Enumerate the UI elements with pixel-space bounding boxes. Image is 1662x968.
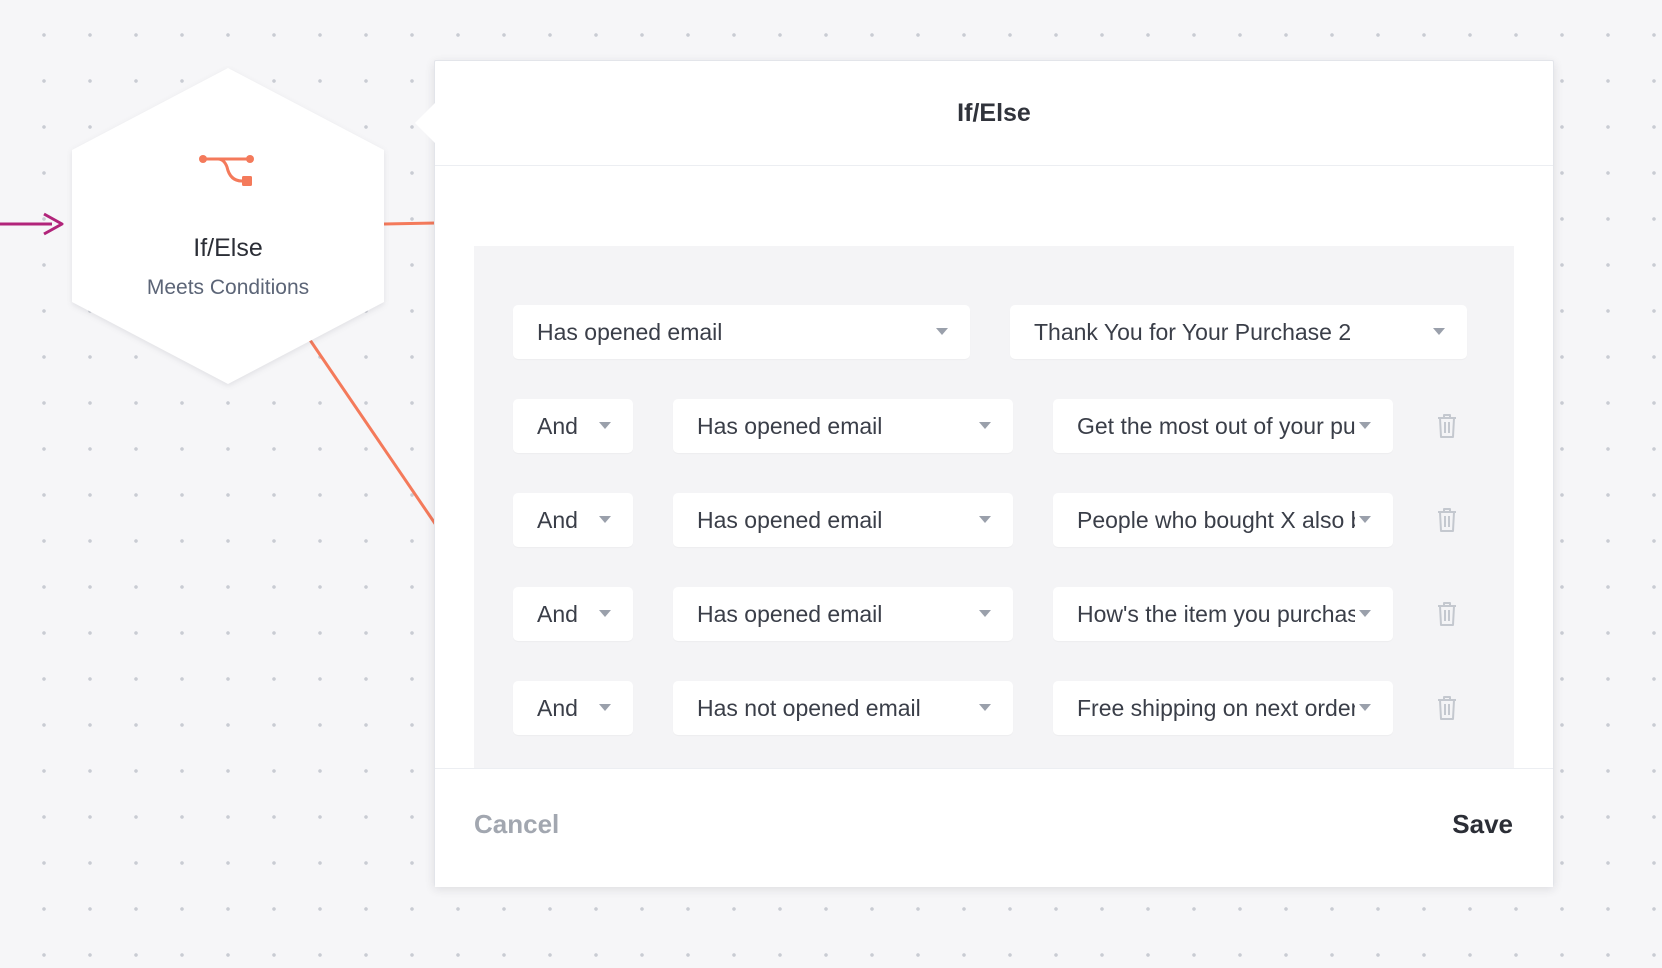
condition-field-select[interactable]: Has opened email	[673, 493, 1013, 547]
chevron-down-icon	[1359, 704, 1371, 711]
select-value: Has not opened email	[697, 694, 921, 721]
chevron-down-icon	[599, 610, 611, 617]
trash-icon[interactable]	[1436, 601, 1458, 627]
condition-field-select[interactable]: Has opened email	[673, 399, 1013, 453]
panel-footer: Cancel Save	[435, 768, 1553, 887]
select-value: Has opened email	[697, 412, 883, 439]
chevron-down-icon	[1433, 328, 1445, 335]
chevron-down-icon	[1359, 422, 1371, 429]
select-value: People who bought X also bought	[1077, 506, 1355, 533]
select-value: Free shipping on next order	[1077, 694, 1355, 721]
panel-header: If/Else	[435, 61, 1553, 166]
save-button[interactable]: Save	[1452, 809, 1513, 840]
chevron-down-icon	[599, 516, 611, 523]
trash-icon[interactable]	[1436, 695, 1458, 721]
chevron-down-icon	[599, 422, 611, 429]
condition-email-select[interactable]: How's the item you purchased	[1053, 587, 1393, 641]
condition-email-select[interactable]: Free shipping on next order	[1053, 681, 1393, 735]
trash-icon[interactable]	[1436, 413, 1458, 439]
select-value: And	[537, 694, 578, 721]
node-subtitle: Meets Conditions	[146, 276, 310, 299]
select-value: How's the item you purchased	[1077, 600, 1355, 627]
conjunction-select[interactable]: And	[513, 681, 633, 735]
chevron-down-icon	[979, 422, 991, 429]
condition-field-select[interactable]: Has not opened email	[673, 681, 1013, 735]
node-hexagon-shape	[72, 68, 384, 384]
select-value: And	[537, 506, 578, 533]
select-value: Has opened email	[537, 318, 723, 345]
chevron-down-icon	[979, 704, 991, 711]
if-else-edit-panel: If/Else Has opened email Thank You for Y…	[415, 60, 1554, 887]
panel-pointer	[415, 103, 435, 143]
chevron-down-icon	[1359, 610, 1371, 617]
select-value: Has opened email	[697, 506, 883, 533]
select-value: And	[537, 412, 578, 439]
select-value: Has opened email	[697, 600, 883, 627]
chevron-down-icon	[1359, 516, 1371, 523]
condition-email-select[interactable]: People who bought X also bought	[1053, 493, 1393, 547]
branch-icon	[199, 155, 254, 186]
select-value: Get the most out of your purchase	[1077, 412, 1355, 439]
select-value: Thank You for Your Purchase 2	[1034, 318, 1352, 345]
node-title: If/Else	[193, 234, 263, 262]
chevron-down-icon	[979, 516, 991, 523]
chevron-down-icon	[599, 704, 611, 711]
condition-field-select[interactable]: Has opened email	[513, 305, 970, 359]
conjunction-select[interactable]: And	[513, 399, 633, 453]
if-else-node[interactable]: If/Else Meets Conditions	[60, 68, 396, 384]
panel-title: If/Else	[957, 98, 1031, 127]
condition-email-select[interactable]: Get the most out of your purchase	[1053, 399, 1393, 453]
trash-icon[interactable]	[1436, 507, 1458, 533]
select-value: And	[537, 600, 578, 627]
condition-field-select[interactable]: Has opened email	[673, 587, 1013, 641]
conjunction-select[interactable]: And	[513, 587, 633, 641]
conditions-list: Has opened email Thank You for Your Purc…	[474, 246, 1514, 768]
conjunction-select[interactable]: And	[513, 493, 633, 547]
cancel-button[interactable]: Cancel	[474, 809, 559, 840]
chevron-down-icon	[936, 328, 948, 335]
condition-email-select[interactable]: Thank You for Your Purchase 2	[1010, 305, 1467, 359]
chevron-down-icon	[979, 610, 991, 617]
